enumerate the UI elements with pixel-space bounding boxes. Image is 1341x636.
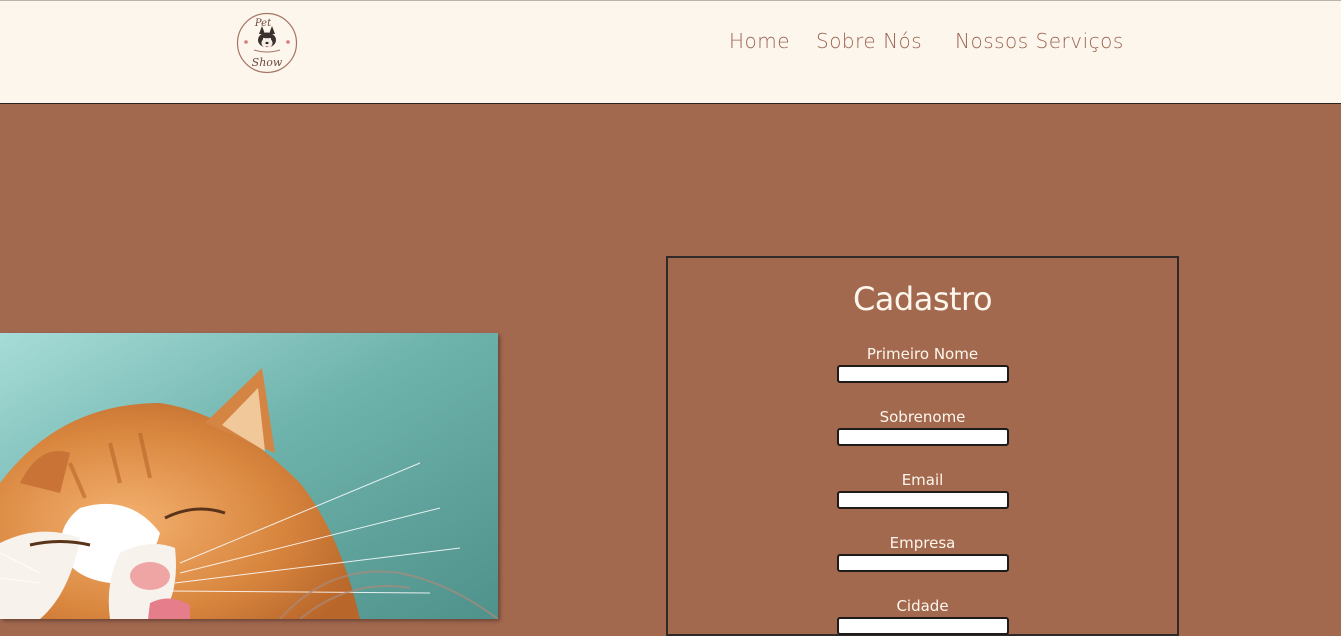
nav-link-sobre-nos[interactable]: Sobre Nós — [816, 29, 922, 53]
field-label: Sobrenome — [879, 408, 966, 426]
signup-form: Cadastro Primeiro Nome Sobrenome Email E… — [666, 256, 1179, 636]
empresa-input[interactable] — [836, 554, 1009, 572]
cat-yawning-image — [0, 333, 498, 619]
svg-text:Show: Show — [252, 56, 283, 69]
field-email: Email — [668, 471, 1177, 509]
nav-link-nossos-servicos[interactable]: Nossos Serviços — [955, 29, 1124, 53]
field-sobrenome: Sobrenome — [668, 408, 1177, 446]
logo[interactable]: Pet Show — [236, 12, 298, 74]
svg-text:Pet: Pet — [254, 18, 272, 29]
form-title: Cadastro — [852, 280, 993, 318]
field-empresa: Empresa — [668, 534, 1177, 572]
field-cidade: Cidade — [668, 597, 1177, 635]
sobrenome-input[interactable] — [836, 428, 1009, 446]
field-primeiro-nome: Primeiro Nome — [668, 345, 1177, 383]
email-input[interactable] — [836, 491, 1009, 509]
field-label: Empresa — [889, 534, 956, 552]
cidade-input[interactable] — [836, 617, 1009, 635]
field-label: Cidade — [896, 597, 949, 615]
nav-link-home[interactable]: Home — [729, 29, 790, 53]
cat-photo — [0, 333, 498, 619]
site-header: Pet Show Home Sobre Nós Nossos Serviços — [0, 0, 1341, 104]
primeiro-nome-input[interactable] — [836, 365, 1009, 383]
field-label: Email — [901, 471, 944, 489]
field-label: Primeiro Nome — [866, 345, 979, 363]
pet-show-logo-icon: Pet Show — [236, 12, 298, 74]
